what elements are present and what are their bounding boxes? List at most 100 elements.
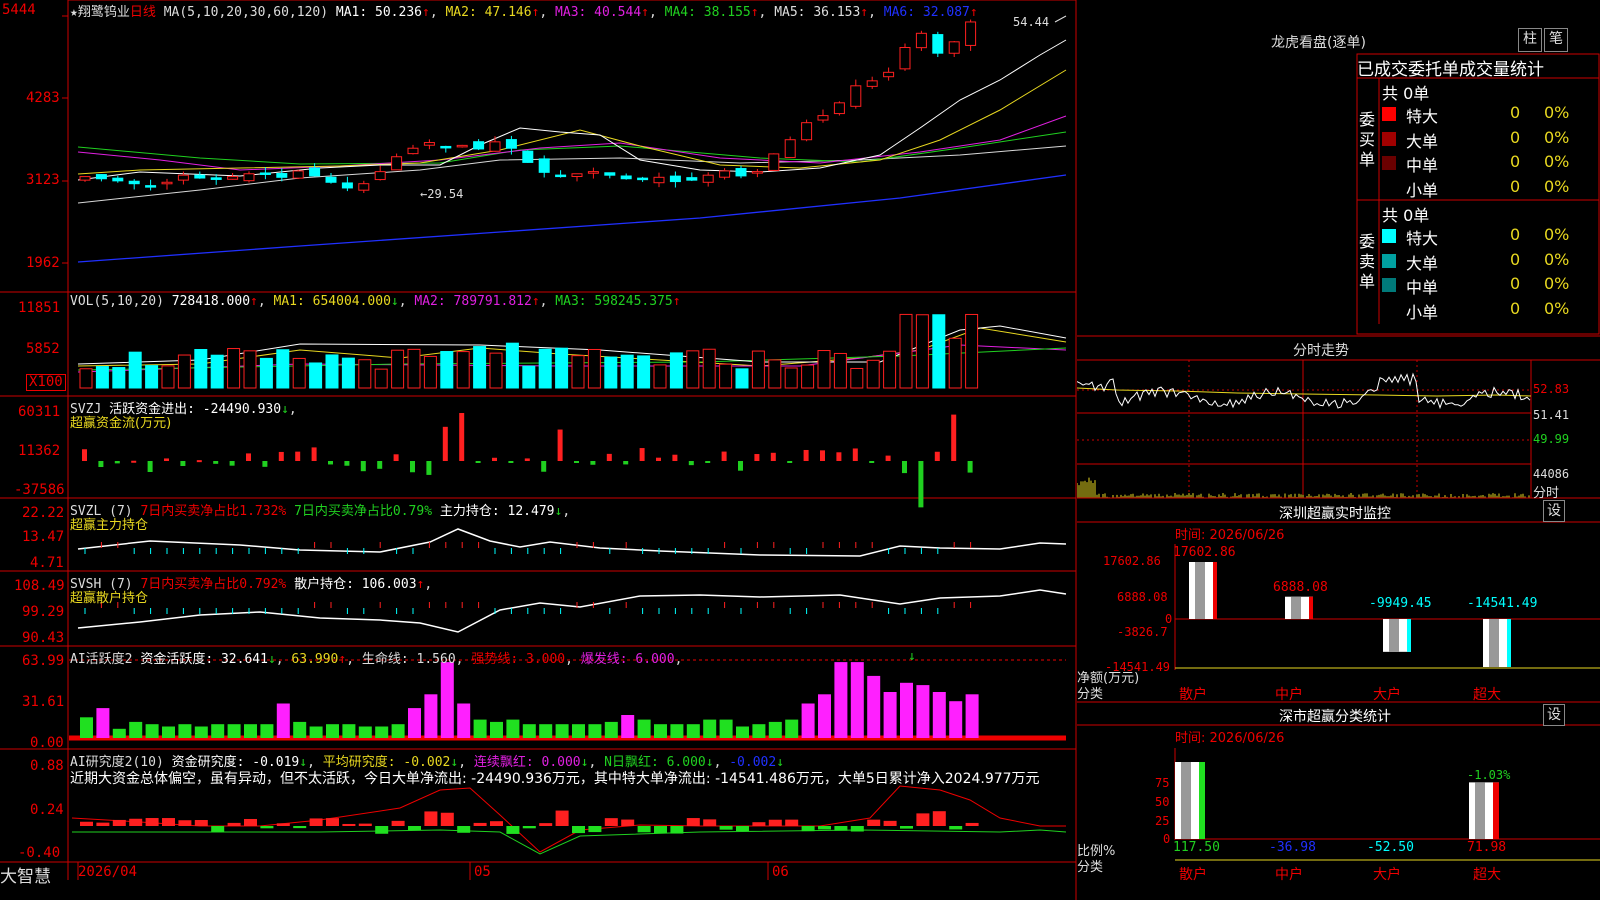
volume-bar <box>899 313 913 389</box>
order-label: 小单 <box>1406 302 1439 322</box>
minute-tick: 49.99 <box>1533 432 1570 446</box>
volume-bar <box>522 365 536 389</box>
order-label: 大单 <box>1406 253 1439 273</box>
money-flow-bar <box>754 454 760 461</box>
activity-bar <box>194 726 208 738</box>
sz-class-time: 时间: 2026/06/26 <box>1175 731 1285 746</box>
research-bar <box>145 818 159 826</box>
color-swatch <box>1382 181 1396 195</box>
research-bar <box>96 822 110 826</box>
volume-bar <box>587 348 601 389</box>
research-bar <box>654 826 667 834</box>
color-swatch <box>1382 131 1396 146</box>
tab-filled[interactable]: 已成交 <box>1357 60 1408 80</box>
class-bar <box>1469 782 1499 839</box>
volume-bar <box>620 354 634 389</box>
class-category-label: 中户 <box>1275 867 1303 883</box>
candle <box>505 139 517 149</box>
money-flow-bar <box>688 461 694 466</box>
volume-bar <box>128 351 142 389</box>
order-count: 0 <box>1510 249 1521 269</box>
bar-mode-button[interactable]: 柱 <box>1518 28 1542 52</box>
money-flow-bar <box>721 451 727 461</box>
minute-tick: 51.41 <box>1533 408 1570 422</box>
money-flow-bar <box>393 454 399 461</box>
stock-name[interactable]: 翔鹭钨业 <box>78 5 130 20</box>
class-value-label: -36.98 <box>1269 840 1316 855</box>
candle <box>227 176 239 180</box>
research-bar <box>375 826 389 834</box>
research-bar <box>162 818 175 826</box>
volume-bar <box>292 357 306 389</box>
activity-bar <box>80 717 93 738</box>
sz-monitor-settings-button[interactable]: 设 <box>1543 500 1565 522</box>
class-category-label: 散户 <box>1179 867 1207 883</box>
aiact-tick: 31.61 <box>22 694 65 710</box>
money-flow-bar <box>672 454 678 461</box>
order-row: 特大 0 0% <box>1382 103 1600 126</box>
volume-bar <box>768 359 782 389</box>
money-flow-bar <box>426 461 432 475</box>
volume-bar <box>965 313 979 389</box>
money-flow-bar <box>131 460 137 463</box>
right-panel: 龙虎看盘(逐单) 柱 笔 已成交委托单成交量统计 委买单 共 0单 特大 0 0% 大… <box>1077 0 1600 900</box>
tab-orders[interactable]: 委托单 <box>1408 60 1459 80</box>
minute-title[interactable]: 分时走势 <box>1293 340 1349 360</box>
volume-bar <box>801 364 815 389</box>
activity-bar <box>949 701 963 738</box>
research-bar <box>719 826 733 830</box>
activity-bar <box>588 724 602 738</box>
app-brand[interactable]: 大智慧 <box>0 862 51 887</box>
money-flow-bar <box>574 461 579 463</box>
order-row: 大单 0 0% <box>1382 249 1600 273</box>
money-flow-bar <box>311 447 317 461</box>
activity-bar <box>522 724 536 738</box>
sz-value-label: 6888.08 <box>1273 580 1328 595</box>
money-flow-bar <box>541 461 547 472</box>
money-flow-bar <box>934 451 940 461</box>
volume-bar <box>473 346 487 389</box>
money-flow-bar <box>803 449 809 461</box>
volume-bar <box>243 350 257 389</box>
sz-bar <box>1383 619 1411 652</box>
candle <box>309 167 321 177</box>
volume-bar <box>686 350 700 389</box>
order-label: 小单 <box>1406 180 1439 200</box>
color-swatch <box>1382 107 1396 121</box>
order-pct: 0% <box>1544 298 1570 318</box>
money-flow-bar <box>278 451 284 461</box>
price-tick: 3123 <box>26 172 60 188</box>
candle <box>915 32 927 49</box>
dragon-tabs: 已成交委托单成交量统计 <box>1357 55 1544 80</box>
research-bar <box>391 820 405 826</box>
price-tick: 1962 <box>26 255 60 271</box>
period-label[interactable]: 日线 <box>130 5 156 20</box>
svzj-tick: -37586 <box>14 482 65 498</box>
activity-bar <box>654 724 667 738</box>
sz-monitor-time: 时间: 2026/06/26 <box>1175 528 1285 543</box>
candle <box>440 145 452 149</box>
candle <box>620 175 632 180</box>
volume-bar <box>784 367 798 389</box>
candle <box>259 172 271 175</box>
candle <box>587 171 599 174</box>
main-header: ★翔鹭钨业日线 MA(5,10,20,30,60,120) MA1: 50.23… <box>70 5 978 20</box>
volume-bar <box>95 366 109 389</box>
sz-class-settings-button[interactable]: 设 <box>1543 704 1565 726</box>
research-bar <box>965 822 979 826</box>
research-bar <box>801 826 815 832</box>
research-bar <box>194 820 208 826</box>
pen-mode-button[interactable]: 笔 <box>1544 28 1568 52</box>
activity-bar <box>424 694 438 738</box>
money-flow-bar <box>196 460 202 463</box>
cls-top-label: -1.03% <box>1467 768 1511 782</box>
tab-volume-stats[interactable]: 成交量统计 <box>1459 60 1544 80</box>
candle <box>735 168 747 177</box>
candle <box>719 170 731 178</box>
activity-bar <box>572 724 585 738</box>
candle <box>391 156 403 171</box>
candle <box>538 158 550 173</box>
sell-side-label: 委卖单 <box>1359 232 1376 291</box>
money-flow-bar <box>787 461 793 463</box>
sz-bar <box>1189 562 1217 619</box>
